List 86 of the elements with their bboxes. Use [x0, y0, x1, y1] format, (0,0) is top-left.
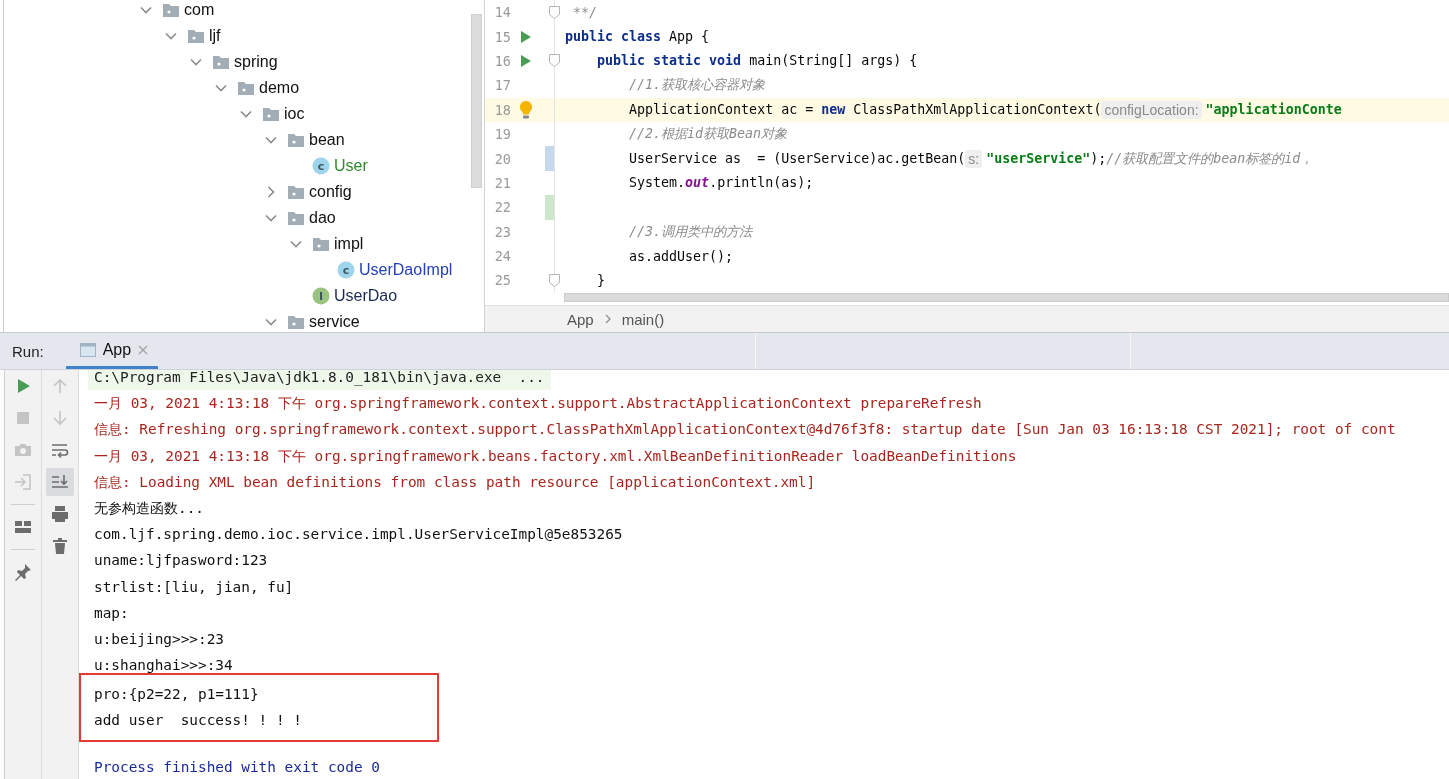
chevron-right-icon	[603, 314, 612, 324]
code-text: //1.获取核心容器对象	[628, 76, 766, 95]
scroll-end-button[interactable]	[46, 468, 74, 496]
line-number: 19	[493, 126, 511, 143]
console-line: u:beijing>>>:23	[94, 629, 225, 649]
code-text: public static void main(String[] args) {	[596, 53, 918, 69]
tree-item[interactable]: UserDaoImpl	[359, 261, 453, 279]
console-line: Process finished with exit code 0	[94, 757, 381, 777]
line-number: 23	[493, 223, 511, 240]
tree-item[interactable]: dao	[309, 209, 336, 227]
code-text: as.addUser();	[628, 248, 734, 264]
lightbulb-icon[interactable]	[518, 99, 534, 120]
line-number: 17	[493, 77, 511, 94]
tree-item[interactable]: com	[184, 1, 215, 19]
console-line: uname:ljfpasword:123	[94, 551, 269, 571]
code-text: "userService");//获取配置文件的bean标签的id，	[986, 149, 1314, 168]
code-text: **/	[572, 4, 598, 20]
code-text: ApplicationContext ac = new ClassPathXmlApplicationContext(	[628, 102, 1102, 118]
console-line: 信息: Loading XML bean definitions from class path resource [applicationContext.xml]	[94, 472, 817, 492]
code-text: "applicationConte	[1205, 102, 1342, 118]
console-line: 无参构造函数...	[94, 498, 205, 518]
code-text: }	[596, 273, 606, 288]
console-line: strlist:[liu, jian, fu]	[94, 577, 295, 597]
run-icon[interactable]	[520, 29, 532, 44]
line-number: 18	[493, 101, 511, 118]
fold-marker-icon[interactable]	[549, 5, 560, 19]
breadcrumb-item[interactable]: App	[567, 310, 594, 328]
pin-icon[interactable]	[14, 563, 32, 581]
line-number: 14	[493, 4, 511, 21]
folder-icon	[287, 132, 305, 148]
console-line: com.ljf.spring.demo.ioc.service.impl.UserServiceImpl@5e853265	[94, 525, 624, 545]
line-number: 24	[493, 248, 511, 265]
interface-icon: I	[312, 287, 330, 305]
console-line: 一月 03, 2021 4:13:18 下午 org.springframework.context.support.AbstractApplicationContext prepareRefresh	[94, 394, 983, 414]
code-text: UserService as = (UserService)ac.getBean(	[628, 151, 966, 167]
tree-item[interactable]: config	[309, 183, 352, 201]
code-text: //2.根据id获取Bean对象	[628, 125, 788, 144]
folder-icon	[312, 236, 330, 252]
console-line: pro:{p2=22, p1=111}	[94, 685, 260, 705]
close-icon[interactable]	[138, 344, 149, 355]
folder-icon	[287, 184, 305, 200]
tree-item[interactable]: demo	[259, 79, 300, 97]
folder-icon	[262, 106, 280, 122]
tree-item[interactable]: ioc	[284, 105, 305, 123]
folder-icon	[187, 28, 205, 44]
tree-item[interactable]: service	[309, 313, 360, 331]
line-number: 22	[493, 199, 511, 216]
panel-label: Run:	[11, 341, 45, 362]
class-icon: c	[312, 157, 330, 175]
line-number: 16	[493, 52, 511, 69]
console-line: u:shanghai>>>:34	[94, 656, 234, 676]
line-number: 15	[493, 28, 511, 45]
run-icon[interactable]	[520, 53, 532, 68]
code-text: //3.调用类中的方法	[628, 222, 753, 241]
folder-icon	[237, 80, 255, 96]
fold-marker-icon[interactable]	[549, 274, 560, 287]
tree-item[interactable]: bean	[309, 131, 345, 149]
line-number: 20	[493, 150, 511, 167]
fold-marker-icon[interactable]	[549, 54, 560, 68]
breadcrumb-item[interactable]: main()	[621, 310, 665, 328]
tree-item[interactable]: UserDao	[334, 287, 398, 305]
tree-item[interactable]: spring	[234, 53, 278, 71]
console-line: 信息: Refreshing org.springframework.context.support.ClassPathXmlApplicationContext@4d76f3f8: startup date [Sun Jan 03 16:13:18 CST 2021]; root of cont	[94, 420, 1397, 440]
inlay-hint: configLocation:	[1101, 100, 1202, 119]
horizontal-scrollbar[interactable]	[564, 293, 1449, 302]
window-icon	[79, 342, 96, 357]
folder-icon	[287, 210, 305, 226]
scroll-to-end-icon[interactable]	[51, 473, 69, 491]
line-number: 25	[493, 272, 511, 289]
folder-icon	[212, 54, 230, 70]
printer-icon[interactable]	[51, 505, 69, 523]
class-icon: c	[337, 261, 355, 279]
vertical-scrollbar[interactable]	[471, 14, 482, 188]
trash-icon[interactable]	[51, 537, 69, 555]
console-line: add user success! ! ! !	[94, 711, 303, 731]
tree-item[interactable]: User	[334, 157, 368, 175]
console-line: 一月 03, 2021 4:13:18 下午 org.springframework.beans.factory.xml.XmlBeanDefinitionReader loadBeanDefinitions	[94, 446, 1018, 466]
code-text: System.out.println(as);	[628, 175, 814, 191]
tree-item[interactable]: ljf	[209, 27, 221, 45]
console-line: map:	[94, 603, 130, 623]
tree-item[interactable]: impl	[334, 235, 364, 253]
code-text: public class App {	[565, 29, 710, 45]
layout-icon[interactable]	[14, 518, 32, 536]
wrap-icon[interactable]	[51, 441, 69, 459]
line-number: 21	[493, 174, 511, 191]
inlay-hint: s:	[965, 149, 983, 168]
